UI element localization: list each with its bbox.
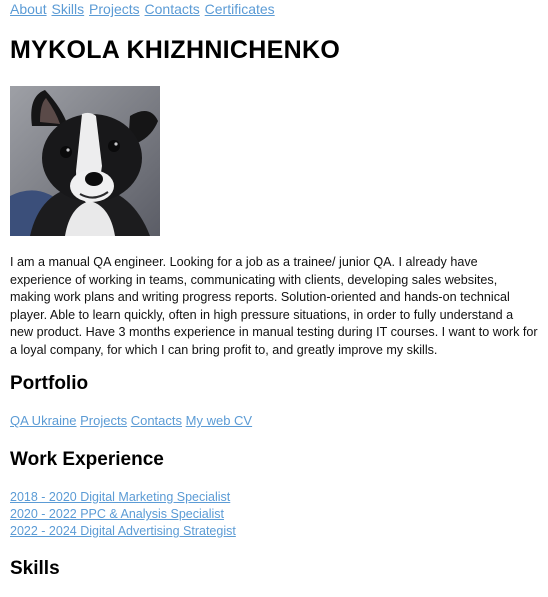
portfolio-links: QA Ukraine Projects Contacts My web CV [10,413,252,429]
portfolio-link-web-cv[interactable]: My web CV [186,413,252,428]
portfolio-link-contacts[interactable]: Contacts [131,413,182,428]
work-item-2022-2024[interactable]: 2022 - 2024 Digital Advertising Strategi… [10,523,236,540]
portfolio-link-projects[interactable]: Projects [80,413,127,428]
portfolio-link-qa-ukraine[interactable]: QA Ukraine [10,413,76,428]
nav-link-projects[interactable]: Projects [89,1,140,17]
dog-photo-icon [10,86,160,236]
nav-link-about[interactable]: About [10,1,47,17]
page: About Skills Projects Contacts Certifica… [0,0,548,597]
profile-photo [10,86,160,236]
about-text: I am a manual QA engineer. Looking for a… [10,255,538,357]
page-title: MYKOLA KHIZHNICHENKO [10,36,341,64]
work-experience-list: 2018 - 2020 Digital Marketing Specialist… [10,489,236,540]
nav-link-certificates[interactable]: Certificates [205,1,275,17]
nav-link-skills[interactable]: Skills [51,1,84,17]
nav-link-contacts[interactable]: Contacts [145,1,200,17]
top-nav: About Skills Projects Contacts Certifica… [10,0,276,18]
skills-heading: Skills [10,558,60,579]
work-item-2020-2022[interactable]: 2020 - 2022 PPC & Analysis Specialist [10,506,236,523]
portfolio-heading: Portfolio [10,373,89,394]
work-item-2018-2020[interactable]: 2018 - 2020 Digital Marketing Specialist [10,489,236,506]
work-experience-heading: Work Experience [10,449,164,470]
